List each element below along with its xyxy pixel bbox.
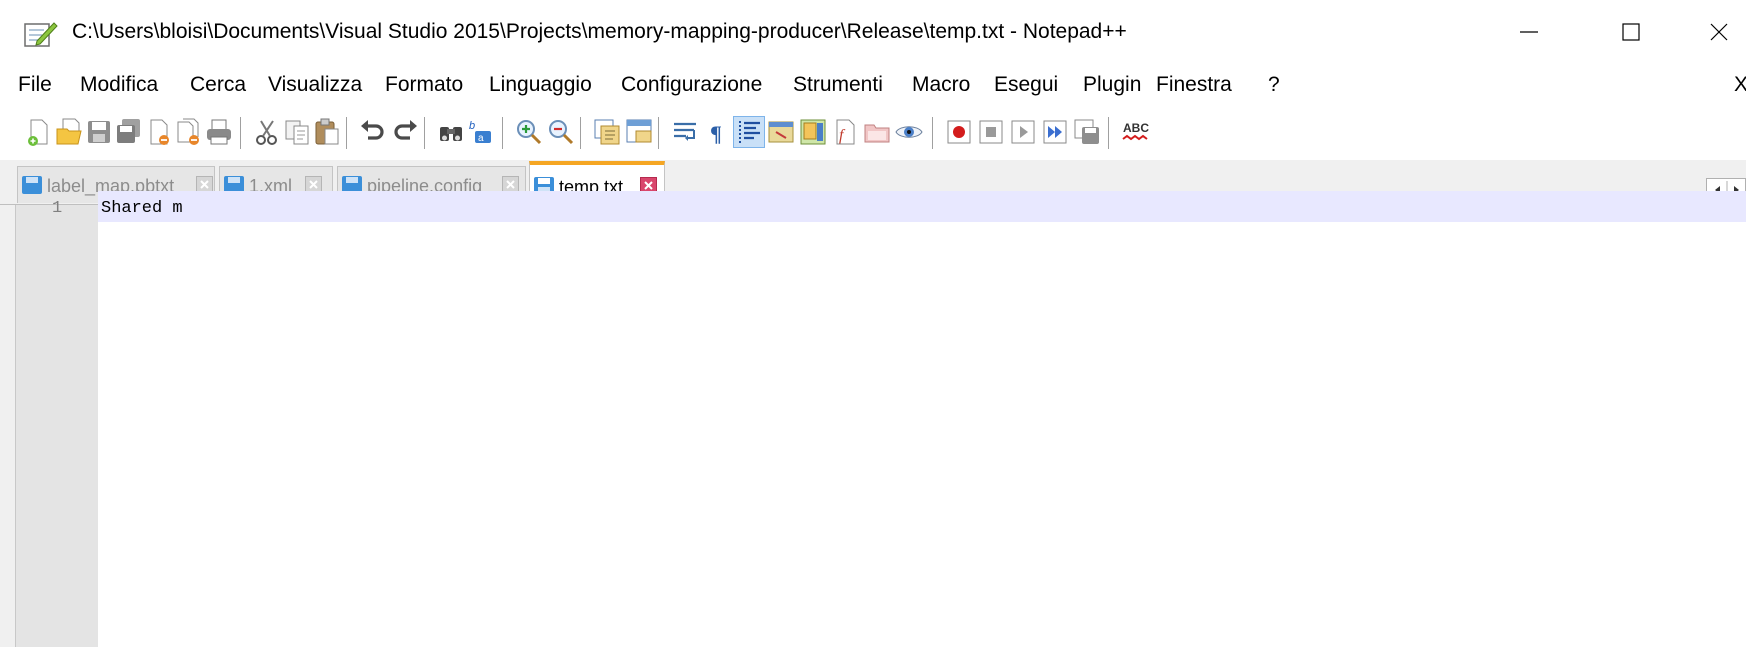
svg-text:a: a xyxy=(478,133,484,144)
menu-formato[interactable]: Formato xyxy=(385,73,463,97)
close-document-button[interactable]: X xyxy=(1734,73,1746,97)
close-all-icon[interactable] xyxy=(174,117,204,147)
zoom-out-icon[interactable] xyxy=(546,117,576,147)
maximize-icon xyxy=(1622,22,1640,41)
folder-as-workspace-icon[interactable] xyxy=(862,117,892,147)
editor-line-text[interactable]: Shared m xyxy=(101,199,183,218)
undo-icon[interactable] xyxy=(358,117,388,147)
menu-cerca[interactable]: Cerca xyxy=(190,73,246,97)
editor-area[interactable]: 1 Shared m xyxy=(0,191,1746,647)
stop-macro-icon[interactable] xyxy=(976,117,1006,147)
menu-configurazione[interactable]: Configurazione xyxy=(621,73,762,97)
close-icon[interactable] xyxy=(144,117,174,147)
paste-icon[interactable] xyxy=(312,117,342,147)
open-file-icon[interactable] xyxy=(54,117,84,147)
notepad-plus-plus-icon xyxy=(24,22,58,47)
minimize-button[interactable] xyxy=(1490,0,1568,63)
word-wrap-icon[interactable] xyxy=(670,117,700,147)
spell-check-icon: ABC xyxy=(1122,121,1149,141)
menu-plugin[interactable]: Plugin xyxy=(1083,73,1141,97)
show-all-chars-icon[interactable]: ¶ xyxy=(702,117,732,147)
line-number: 1 xyxy=(52,199,63,218)
menu-visualizza[interactable]: Visualizza xyxy=(268,73,362,97)
spell-check-label: ABC xyxy=(1123,121,1149,135)
menu-linguaggio[interactable]: Linguaggio xyxy=(489,73,592,97)
line-number-gutter xyxy=(16,205,98,647)
close-window-button[interactable] xyxy=(1680,0,1746,63)
cut-icon[interactable] xyxy=(252,117,282,147)
fold-margin xyxy=(0,205,16,647)
function-list-icon[interactable]: f xyxy=(830,117,860,147)
maximize-button[interactable] xyxy=(1592,0,1670,63)
document-map-icon[interactable] xyxy=(798,117,828,147)
replace-icon[interactable]: ba xyxy=(466,117,496,147)
menu-modifica[interactable]: Modifica xyxy=(80,73,158,97)
record-macro-icon[interactable] xyxy=(944,117,974,147)
minimize-icon xyxy=(1520,30,1538,33)
svg-text:¶: ¶ xyxy=(710,121,722,146)
close-icon xyxy=(1710,23,1728,40)
copy-icon[interactable] xyxy=(282,117,312,147)
redo-icon[interactable] xyxy=(390,117,420,147)
menu-file[interactable]: File xyxy=(18,73,52,97)
sync-vertical-icon[interactable] xyxy=(592,117,622,147)
run-macro-multiple-icon[interactable] xyxy=(1040,117,1070,147)
user-language-icon[interactable] xyxy=(766,117,796,147)
find-icon[interactable] xyxy=(436,117,466,147)
sync-horizontal-icon[interactable] xyxy=(624,117,654,147)
save-macro-icon[interactable] xyxy=(1072,117,1102,147)
save-icon xyxy=(22,176,42,194)
play-macro-icon[interactable] xyxy=(1008,117,1038,147)
menu-strumenti[interactable]: Strumenti xyxy=(793,73,883,97)
toolbar: ba ¶ f ABC xyxy=(0,111,1746,155)
menu-help[interactable]: ? xyxy=(1268,73,1280,97)
indent-guide-icon[interactable] xyxy=(733,116,765,148)
menu-macro[interactable]: Macro xyxy=(912,73,970,97)
print-icon[interactable] xyxy=(204,117,234,147)
menu-finestra[interactable]: Finestra xyxy=(1156,73,1232,97)
save-all-icon[interactable] xyxy=(114,117,144,147)
current-line-highlight xyxy=(98,191,1746,222)
window-title: C:\Users\bloisi\Documents\Visual Studio … xyxy=(72,20,1127,43)
title-bar[interactable]: C:\Users\bloisi\Documents\Visual Studio … xyxy=(0,0,1746,63)
notepad-plus-plus-window: C:\Users\bloisi\Documents\Visual Studio … xyxy=(0,0,1746,647)
menu-bar: File Modifica Cerca Visualizza Formato L… xyxy=(0,63,1746,111)
zoom-in-icon[interactable] xyxy=(514,117,544,147)
svg-text:b: b xyxy=(469,120,475,132)
menu-esegui[interactable]: Esegui xyxy=(994,73,1058,97)
save-icon[interactable] xyxy=(84,117,114,147)
new-file-icon[interactable] xyxy=(24,117,54,147)
monitoring-icon[interactable] xyxy=(894,117,924,147)
spell-check-button[interactable]: ABC xyxy=(1120,117,1154,147)
